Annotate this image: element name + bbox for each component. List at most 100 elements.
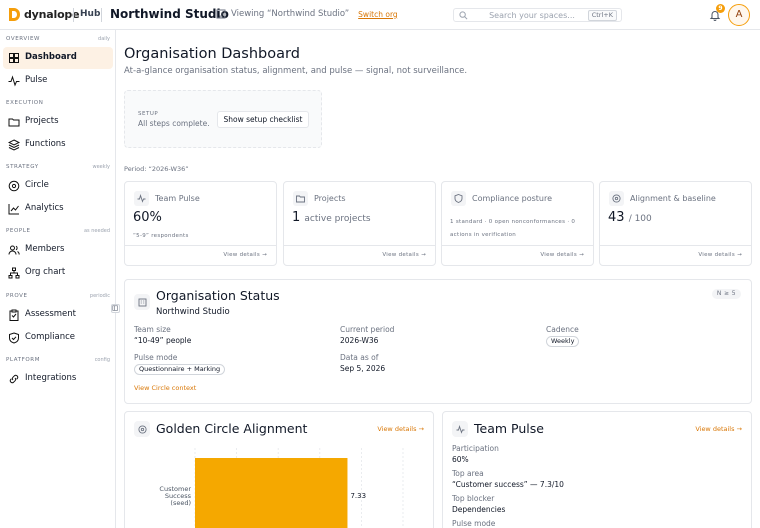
shield-icon [451,191,466,206]
current-period-label: Current period [340,325,395,334]
sidebar-item-label: Compliance [25,332,76,342]
sidebar-item-circle[interactable]: Circle [3,175,113,197]
stat-value: 43 [608,210,625,225]
section-hint: weekly [92,164,111,170]
search-input[interactable] [476,9,588,21]
avatar[interactable]: A [728,4,750,26]
sidebar-item-label: Assessment [25,309,76,319]
section-hint: daily [98,36,110,42]
section-hint: as needed [83,228,110,234]
card-title: Golden Circle Alignment [156,421,308,436]
org-name: Northwind Studio [110,7,229,21]
link-icon [9,374,19,384]
divider [73,8,74,22]
stat-note: “5-9” respondents [133,233,189,239]
team-size-value: “10-49” people [134,336,192,345]
sidebar-section-prove: PROVE periodic [6,293,110,303]
view-circle-context-link[interactable]: View Circle context [134,384,196,392]
switch-org-link[interactable]: Switch org [358,10,397,19]
sidebar-item-label: Circle [25,180,49,190]
section-title: PLATFORM [6,357,41,363]
data-label: 7.33 [350,492,366,500]
sidebar-section-strategy: STRATEGY weekly [6,164,110,174]
sidebar-section-execution: EXECUTION [6,100,110,110]
pulse-icon [8,75,20,87]
top-blocker-label: Top blocker [452,494,495,503]
sidebar-item-integrations[interactable]: Integrations [3,368,113,390]
data-as-of-value: Sep 5, 2026 [340,364,386,373]
stat-unit: / 100 [628,214,652,224]
top-bar: dynalope Hub Northwind Studio Viewing “N… [0,0,760,30]
top-blocker-value: Dependencies [452,505,506,514]
section-title: PROVE [6,293,28,299]
pulse-mode-pill: Questionnaire + Marking [134,364,226,375]
show-setup-checklist-button[interactable]: Show setup checklist [217,111,309,128]
alignment-bar-chart: CustomerSuccess(seed)7.33 [159,448,404,528]
stat-footer: View details → [125,245,276,265]
sidebar-item-compliance[interactable]: Compliance [3,327,113,349]
view-details-link[interactable]: View details → [223,252,267,258]
pulse-icon [452,421,468,437]
golden-circle-alignment-card: Golden Circle Alignment View details → C… [124,411,434,528]
stat-value-wrap: 43 / 100 [608,210,652,225]
sidebar-item-members[interactable]: Members [3,239,113,261]
alignment-stat-card[interactable]: Alignment & baseline 43 / 100 View detai… [599,181,752,266]
period-label: Period: “2026-W36” [124,165,189,173]
cadence-label: Cadence [546,325,579,334]
sidebar-item-projects[interactable]: Projects [3,111,113,133]
clipboard-icon [9,309,19,321]
participation-value: 60% [452,455,469,464]
brand-mark-icon [9,8,20,21]
team-pulse-stat-card[interactable]: Team Pulse 60% “5-9” respondents View de… [124,181,277,266]
view-details-link[interactable]: View details → [695,425,742,433]
sidebar-item-dashboard[interactable]: Dashboard [3,47,113,69]
search-icon [459,11,468,20]
organisation-status-card: Organisation Status Northwind Studio N ≥… [124,279,752,404]
view-details-link[interactable]: View details → [382,252,426,258]
bar[interactable] [195,458,348,528]
divider [101,8,102,22]
brand-logo[interactable]: dynalope [8,7,80,22]
sidebar-section-platform: PLATFORM config [6,357,110,367]
collapse-icon [112,305,118,311]
building-icon [134,294,150,310]
setup-status: All steps complete. [138,119,210,128]
network-icon [8,267,20,279]
hub-link[interactable]: Hub [80,9,100,19]
search-box[interactable]: Ctrl+K [453,8,622,22]
sidebar-item-label: Projects [25,116,59,126]
sidebar-item-assessment[interactable]: Assessment [3,304,113,326]
building-icon [216,9,226,19]
sidebar-item-analytics[interactable]: Analytics [3,198,113,220]
view-details-link[interactable]: View details → [540,252,584,258]
users-icon [8,245,20,255]
section-title: STRATEGY [6,164,39,170]
stat-title: Projects [314,194,346,203]
top-area-label: Top area [452,469,484,478]
pulse-mode-label: Pulse mode [134,353,178,362]
card-title: Organisation Status [156,288,280,303]
target-icon [8,180,20,192]
collapse-sidebar-button[interactable] [111,304,120,313]
card-title: Team Pulse [474,421,544,436]
brand-name: dynalope [24,8,80,21]
sidebar-item-label: Analytics [25,203,64,213]
n-threshold-badge: N ≥ 5 [711,289,741,299]
sidebar-item-label: Members [25,244,65,254]
sidebar-item-label: Functions [25,139,66,149]
sidebar-item-functions[interactable]: Functions [3,134,113,156]
home-icon [9,53,19,63]
setup-card: SETUP All steps complete. Show setup che… [124,90,322,148]
section-title: OVERVIEW [6,36,41,42]
folder-icon [293,191,308,206]
sidebar-item-org-chart[interactable]: Org chart [3,262,113,284]
view-details-link[interactable]: View details → [377,425,424,433]
folder-icon [8,118,20,127]
section-hint: config [94,357,110,363]
projects-stat-card[interactable]: Projects 1 active projects View details … [283,181,436,266]
layers-icon [8,139,20,151]
view-details-link[interactable]: View details → [698,252,742,258]
chart-icon [8,204,19,215]
sidebar-item-pulse[interactable]: Pulse [3,70,113,92]
compliance-stat-card[interactable]: Compliance posture 1 standard · 0 open n… [441,181,594,266]
